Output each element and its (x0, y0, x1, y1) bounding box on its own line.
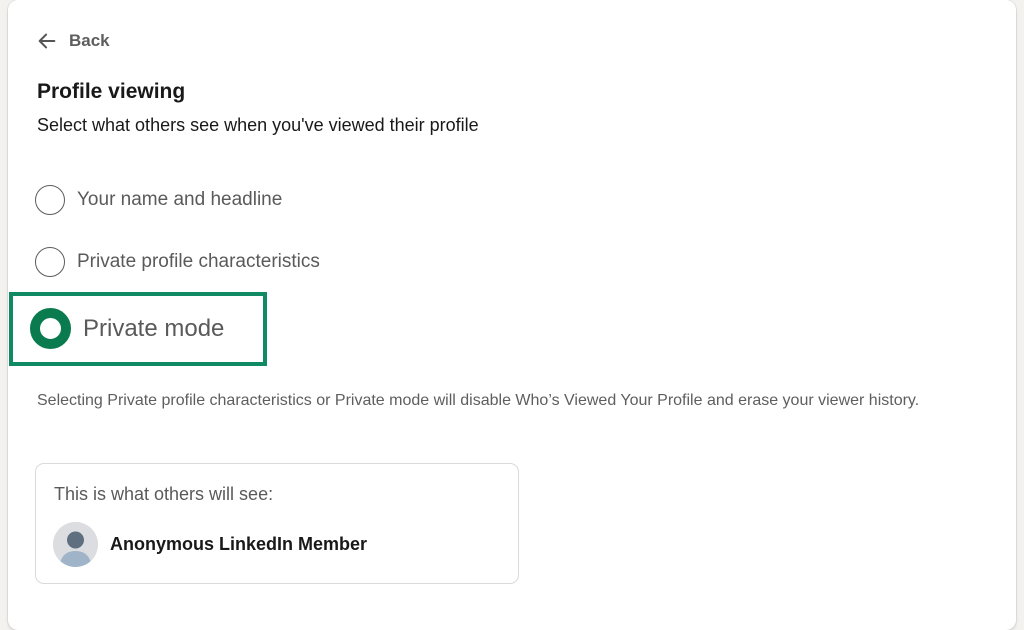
radio-button-selected[interactable] (30, 308, 71, 349)
option-name-and-headline[interactable]: Your name and headline (35, 185, 282, 215)
preview-title: This is what others will see: (54, 484, 274, 504)
preview-card: This is what others will see: Anonymous … (35, 463, 519, 584)
radio-button[interactable] (35, 247, 65, 277)
arrow-left-icon (38, 33, 56, 49)
option-private-profile-characteristics[interactable]: Private profile characteristics (35, 247, 320, 277)
anonymous-avatar-icon (53, 522, 98, 567)
page-subtitle: Select what others see when you've viewe… (37, 115, 479, 135)
radio-button[interactable] (35, 185, 65, 215)
settings-card: Back Profile viewing Select what others … (8, 0, 1016, 630)
option-label: Your name and headline (77, 189, 283, 210)
page-title: Profile viewing (37, 80, 186, 103)
option-label: Private profile characteristics (77, 251, 320, 272)
option-private-mode[interactable]: Private mode (30, 308, 224, 349)
back-button[interactable]: Back (36, 30, 110, 52)
back-label: Back (69, 31, 110, 50)
info-note: Selecting Private profile characteristic… (37, 392, 920, 409)
preview-member-row: Anonymous LinkedIn Member (53, 522, 367, 567)
member-name: Anonymous LinkedIn Member (110, 534, 368, 554)
option-label: Private mode (83, 314, 225, 342)
